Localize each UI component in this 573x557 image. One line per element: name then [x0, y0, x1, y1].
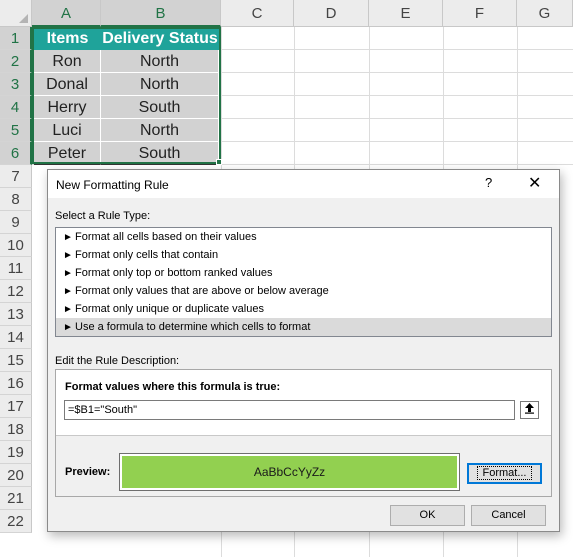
- preview-label: Preview:: [65, 466, 111, 478]
- row-header-7[interactable]: 7: [0, 165, 32, 188]
- row-header-3[interactable]: 3: [0, 73, 32, 96]
- rule-description-label: Edit the Rule Description:: [55, 355, 180, 367]
- cell-a5[interactable]: Luci: [34, 119, 101, 142]
- row-header-16[interactable]: 16: [0, 372, 32, 395]
- collapse-dialog-button[interactable]: [520, 401, 539, 419]
- help-icon[interactable]: ?: [485, 175, 492, 190]
- cell-a6[interactable]: Peter: [34, 142, 101, 165]
- row-header-11[interactable]: 11: [0, 257, 32, 280]
- arrow-right-icon: ►: [63, 232, 73, 243]
- cancel-button[interactable]: Cancel: [471, 505, 546, 526]
- row-header-9[interactable]: 9: [0, 211, 32, 234]
- rule-type-item[interactable]: ► Format only values that are above or be…: [56, 282, 551, 300]
- row-header-18[interactable]: 18: [0, 418, 32, 441]
- formula-input[interactable]: =$B1="South": [64, 400, 515, 420]
- upload-arrow-icon: [524, 403, 535, 417]
- row-header-2[interactable]: 2: [0, 50, 32, 73]
- cell-b5[interactable]: North: [101, 119, 219, 142]
- rule-type-item[interactable]: ► Format only top or bottom ranked values: [56, 264, 551, 282]
- rule-type-label: Select a Rule Type:: [55, 210, 151, 222]
- cell-b6[interactable]: South: [101, 142, 219, 165]
- rule-type-list[interactable]: ► Format all cells based on their values …: [55, 227, 552, 337]
- column-header-g[interactable]: G: [517, 0, 573, 27]
- cell-a3[interactable]: Donal: [34, 73, 101, 96]
- arrow-right-icon: ►: [63, 268, 73, 279]
- arrow-right-icon: ►: [63, 286, 73, 297]
- cell-b4[interactable]: South: [101, 96, 219, 119]
- close-icon[interactable]: ✕: [528, 173, 541, 193]
- cell-a1[interactable]: Items: [34, 27, 101, 50]
- row-header-21[interactable]: 21: [0, 487, 32, 510]
- cell-b3[interactable]: North: [101, 73, 219, 96]
- preview-box: AaBbCcYyZz: [119, 453, 460, 491]
- arrow-right-icon: ►: [63, 322, 73, 333]
- dialog-title: New Formatting Rule: [56, 178, 169, 192]
- rule-type-item[interactable]: ► Format only unique or duplicate values: [56, 300, 551, 318]
- rule-type-item-selected[interactable]: ► Use a formula to determine which cells …: [56, 318, 551, 336]
- format-button[interactable]: Format...: [467, 463, 542, 484]
- column-header-d[interactable]: D: [294, 0, 369, 27]
- select-all-corner[interactable]: [0, 0, 32, 27]
- fill-handle[interactable]: [216, 159, 222, 165]
- column-header-f[interactable]: F: [443, 0, 517, 27]
- row-header-15[interactable]: 15: [0, 349, 32, 372]
- arrow-right-icon: ►: [63, 250, 73, 261]
- row-header-5[interactable]: 5: [0, 119, 32, 142]
- new-formatting-rule-dialog: New Formatting Rule ? ✕ Select a Rule Ty…: [47, 169, 560, 532]
- row-header-13[interactable]: 13: [0, 303, 32, 326]
- column-header-b[interactable]: B: [101, 0, 221, 27]
- cell-b2[interactable]: North: [101, 50, 219, 73]
- row-header-17[interactable]: 17: [0, 395, 32, 418]
- formula-label: Format values where this formula is true…: [65, 381, 281, 393]
- cell-a4[interactable]: Herry: [34, 96, 101, 119]
- column-header-c[interactable]: C: [221, 0, 294, 27]
- preview-sample: AaBbCcYyZz: [122, 456, 457, 488]
- cell-b1[interactable]: Delivery Status: [101, 27, 219, 50]
- row-header-6[interactable]: 6: [0, 142, 32, 165]
- row-header-4[interactable]: 4: [0, 96, 32, 119]
- column-header-a[interactable]: A: [32, 0, 101, 27]
- rule-type-item[interactable]: ► Format all cells based on their values: [56, 228, 551, 246]
- dialog-titlebar[interactable]: New Formatting Rule ? ✕: [48, 170, 559, 198]
- arrow-right-icon: ►: [63, 304, 73, 315]
- rule-type-item[interactable]: ► Format only cells that contain: [56, 246, 551, 264]
- row-header-1[interactable]: 1: [0, 27, 32, 50]
- row-header-8[interactable]: 8: [0, 188, 32, 211]
- cell-a2[interactable]: Ron: [34, 50, 101, 73]
- row-header-20[interactable]: 20: [0, 464, 32, 487]
- row-header-12[interactable]: 12: [0, 280, 32, 303]
- row-header-19[interactable]: 19: [0, 441, 32, 464]
- rule-description-panel: Format values where this formula is true…: [55, 369, 552, 497]
- column-header-e[interactable]: E: [369, 0, 443, 27]
- ok-button[interactable]: OK: [390, 505, 465, 526]
- row-header-22[interactable]: 22: [0, 510, 32, 533]
- preview-section: Preview: AaBbCcYyZz Format...: [56, 435, 551, 496]
- row-header-10[interactable]: 10: [0, 234, 32, 257]
- row-header-14[interactable]: 14: [0, 326, 32, 349]
